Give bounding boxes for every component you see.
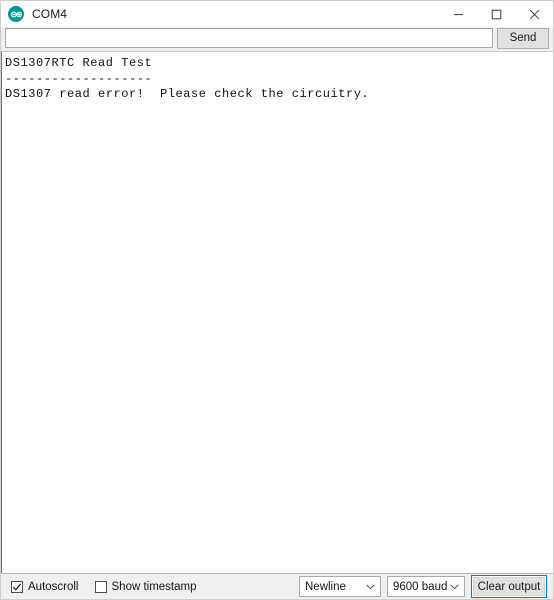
chevron-down-icon xyxy=(363,583,377,590)
checkmark-icon xyxy=(11,580,23,593)
arduino-logo-icon xyxy=(8,6,24,22)
autoscroll-checkbox[interactable]: Autoscroll xyxy=(11,580,79,593)
send-row: Send xyxy=(1,27,553,51)
serial-send-input[interactable] xyxy=(5,28,493,48)
show-timestamp-label: Show timestamp xyxy=(111,580,197,593)
close-icon[interactable] xyxy=(515,1,553,27)
window-title: COM4 xyxy=(32,7,68,21)
minimize-icon[interactable] xyxy=(439,1,477,27)
serial-output-area[interactable]: DS1307RTC Read Test ------------------- … xyxy=(1,51,553,573)
titlebar: COM4 xyxy=(1,1,553,27)
serial-output-text: DS1307RTC Read Test ------------------- … xyxy=(5,56,370,101)
baud-rate-value: 9600 baud xyxy=(393,580,448,593)
show-timestamp-checkbox[interactable]: Show timestamp xyxy=(94,580,197,593)
line-ending-dropdown[interactable]: Newline xyxy=(299,576,381,597)
window-controls xyxy=(439,1,553,27)
baud-rate-dropdown[interactable]: 9600 baud xyxy=(387,576,465,597)
empty-checkbox-icon xyxy=(94,580,107,593)
line-ending-value: Newline xyxy=(305,580,346,593)
status-bar: Autoscroll Show timestamp Newline 9600 b… xyxy=(1,573,553,599)
serial-monitor-window: COM4 Send DS1307RTC Read Test ----------… xyxy=(0,0,554,600)
clear-output-button[interactable]: Clear output xyxy=(473,577,545,596)
maximize-icon[interactable] xyxy=(477,1,515,27)
send-button[interactable]: Send xyxy=(497,27,549,49)
chevron-down-icon xyxy=(447,583,461,590)
clear-output-focus-ring: Clear output xyxy=(471,575,547,598)
autoscroll-label: Autoscroll xyxy=(28,580,79,593)
